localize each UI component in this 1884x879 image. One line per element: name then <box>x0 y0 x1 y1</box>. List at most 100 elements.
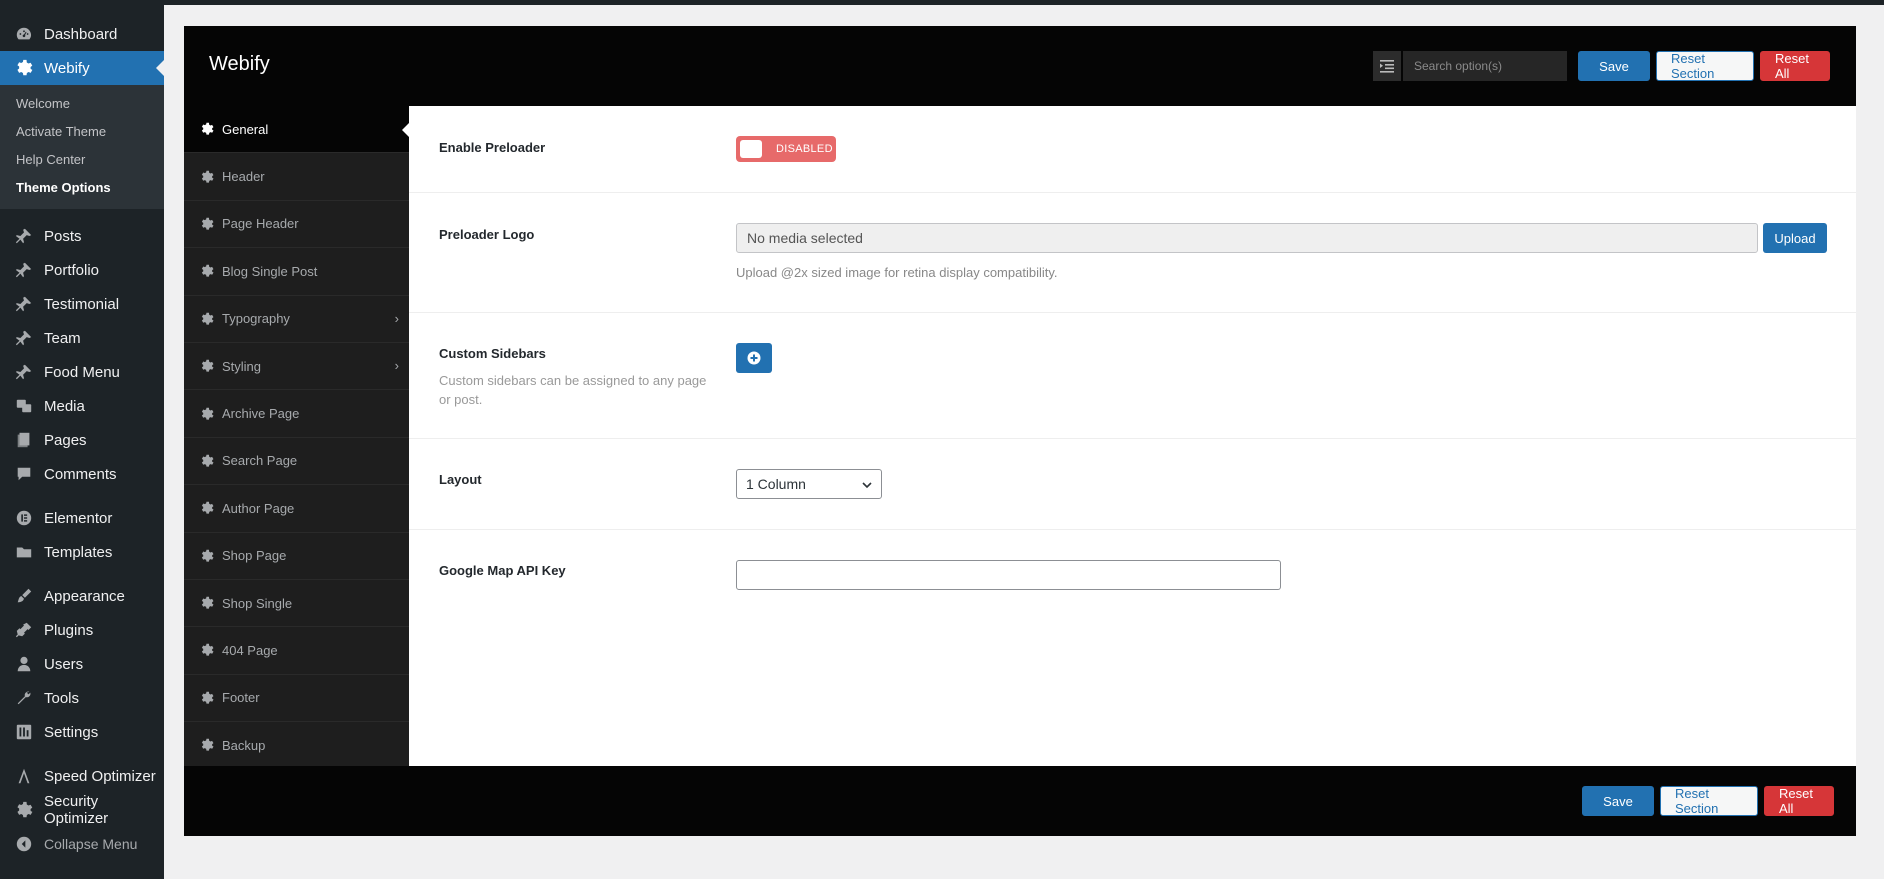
field-label: Enable Preloader <box>439 140 546 155</box>
media-icon <box>14 396 34 416</box>
section-nav-item-general[interactable]: General <box>184 106 409 154</box>
sidebar-item-settings[interactable]: Settings <box>0 715 164 749</box>
chevron-right-icon: › <box>394 310 399 326</box>
options-content: Enable Preloader DISABLED Preloader Logo… <box>409 106 1856 766</box>
footer-reset-all-button[interactable]: Reset All <box>1764 786 1834 816</box>
sidebar-item-dashboard[interactable]: Dashboard <box>0 17 164 51</box>
sidebar-item-testimonial[interactable]: Testimonial <box>0 287 164 321</box>
footer-save-button[interactable]: Save <box>1582 786 1654 816</box>
panel-header: Webify Save Reset Section Reset All <box>184 26 1856 106</box>
section-nav-item-footer[interactable]: Footer <box>184 675 409 723</box>
footer-reset-section-button[interactable]: Reset Section <box>1660 786 1758 816</box>
google-map-api-key-input[interactable] <box>736 560 1281 590</box>
submenu-help-center[interactable]: Help Center <box>0 145 164 173</box>
pin-icon <box>14 226 34 246</box>
section-nav-item-shop-single[interactable]: Shop Single <box>184 580 409 628</box>
admin-topbar-strip <box>164 0 1884 5</box>
sidebar-item-plugins[interactable]: Plugins <box>0 613 164 647</box>
chevron-down-icon <box>861 478 873 490</box>
section-nav-label: Typography <box>222 311 290 327</box>
reset-all-button[interactable]: Reset All <box>1760 51 1830 81</box>
section-nav-item-backup[interactable]: Backup <box>184 722 409 770</box>
sidebar-item-portfolio[interactable]: Portfolio <box>0 253 164 287</box>
section-nav-label: 404 Page <box>222 642 278 658</box>
submenu-activate-theme[interactable]: Activate Theme <box>0 117 164 145</box>
sidebar-item-users[interactable]: Users <box>0 647 164 681</box>
header-toolbar: Save Reset Section Reset All <box>1373 51 1830 81</box>
section-nav-item-page-header[interactable]: Page Header <box>184 201 409 249</box>
sidebar-item-label: Security Optimizer <box>44 793 109 827</box>
section-nav-item-typography[interactable]: Typography › <box>184 296 409 343</box>
field-description: Custom sidebars can be assigned to any p… <box>439 373 707 407</box>
user-icon <box>14 654 34 674</box>
sidebar-item-webify[interactable]: Webify <box>0 51 164 85</box>
sidebar-item-pages[interactable]: Pages <box>0 423 164 457</box>
sidebar-item-label: Appearance <box>44 587 125 605</box>
sidebar-item-speed-optimizer[interactable]: Speed Optimizer <box>0 759 164 793</box>
preloader-logo-url-input[interactable] <box>736 223 1758 253</box>
search-options-input[interactable] <box>1403 51 1567 81</box>
sidebar-item-label: Posts <box>44 227 82 245</box>
section-nav-item-archive-page[interactable]: Archive Page <box>184 390 409 438</box>
sidebar-item-elementor[interactable]: Elementor <box>0 501 164 535</box>
section-nav-item-blog-single-post[interactable]: Blog Single Post <box>184 248 409 296</box>
section-nav-item-search-page[interactable]: Search Page <box>184 438 409 486</box>
expand-options-button[interactable] <box>1373 51 1401 81</box>
sidebar-item-media[interactable]: Media <box>0 389 164 423</box>
collapse-arrow-icon <box>14 834 34 854</box>
sidebar-item-comments[interactable]: Comments <box>0 457 164 491</box>
sidebar-item-posts[interactable]: Posts <box>0 219 164 253</box>
gear-icon <box>200 359 214 373</box>
theme-options-panel: Webify Save Reset Section Reset All Gene… <box>184 26 1856 836</box>
field-description: Upload @2x sized image for retina displa… <box>736 265 1058 280</box>
collapse-menu-button[interactable]: Collapse Menu <box>0 827 164 861</box>
gear-icon <box>14 800 34 820</box>
section-nav-item-author-page[interactable]: Author Page <box>184 485 409 533</box>
sidebar-item-label: Templates <box>44 543 113 561</box>
sidebar-item-label: Tools <box>44 689 80 707</box>
sidebar-item-food-menu[interactable]: Food Menu <box>0 355 164 389</box>
sidebar-item-templates[interactable]: Templates <box>0 535 164 569</box>
toggle-knob <box>740 140 762 158</box>
gear-icon <box>200 264 214 278</box>
gear-icon <box>200 643 214 657</box>
settings-icon <box>14 722 34 742</box>
section-nav-label: Footer <box>222 690 260 706</box>
sidebar-item-appearance[interactable]: Appearance <box>0 579 164 613</box>
brush-icon <box>14 586 34 606</box>
section-nav-item-styling[interactable]: Styling › <box>184 343 409 391</box>
add-sidebar-button[interactable] <box>736 343 772 373</box>
options-section-nav: General Header Page Header Blog Single Post… <box>184 106 409 770</box>
sidebar-item-team[interactable]: Team <box>0 321 164 355</box>
save-button[interactable]: Save <box>1578 51 1650 81</box>
reset-section-button[interactable]: Reset Section <box>1656 51 1754 81</box>
section-nav-label: General <box>222 121 269 137</box>
section-nav-item-shop-page[interactable]: Shop Page <box>184 533 409 580</box>
pin-icon <box>14 294 34 314</box>
sidebar-item-label: Portfolio <box>44 261 100 279</box>
gear-icon <box>200 596 214 610</box>
layout-select-value: 1 Column <box>746 476 806 492</box>
list-indent-icon <box>1380 60 1394 73</box>
field-label: Google Map API Key <box>439 563 566 578</box>
section-nav-label: Shop Single <box>222 595 293 611</box>
submenu-theme-options[interactable]: Theme Options <box>0 173 164 201</box>
gear-icon <box>200 738 214 752</box>
sidebar-item-label: Comments <box>44 465 117 483</box>
pin-icon <box>14 328 34 348</box>
sidebar-item-label: Users <box>44 655 84 673</box>
submenu-welcome[interactable]: Welcome <box>0 89 164 117</box>
section-nav-item-404-page[interactable]: 404 Page <box>184 627 409 675</box>
upload-button[interactable]: Upload <box>1763 223 1827 253</box>
section-nav-item-header[interactable]: Header <box>184 153 409 201</box>
sidebar-item-label: Media <box>44 397 85 415</box>
sidebar-item-tools[interactable]: Tools <box>0 681 164 715</box>
webify-submenu: Welcome Activate Theme Help Center Theme… <box>0 85 164 209</box>
gear-icon <box>200 501 214 515</box>
sidebar-item-security-optimizer[interactable]: Security Optimizer <box>0 793 164 827</box>
collapse-menu-label: Collapse Menu <box>44 836 138 852</box>
preloader-toggle[interactable]: DISABLED <box>736 136 836 162</box>
speed-icon <box>14 766 34 786</box>
sidebar-item-label: Webify <box>44 59 90 77</box>
layout-select[interactable]: 1 Column <box>736 469 882 499</box>
